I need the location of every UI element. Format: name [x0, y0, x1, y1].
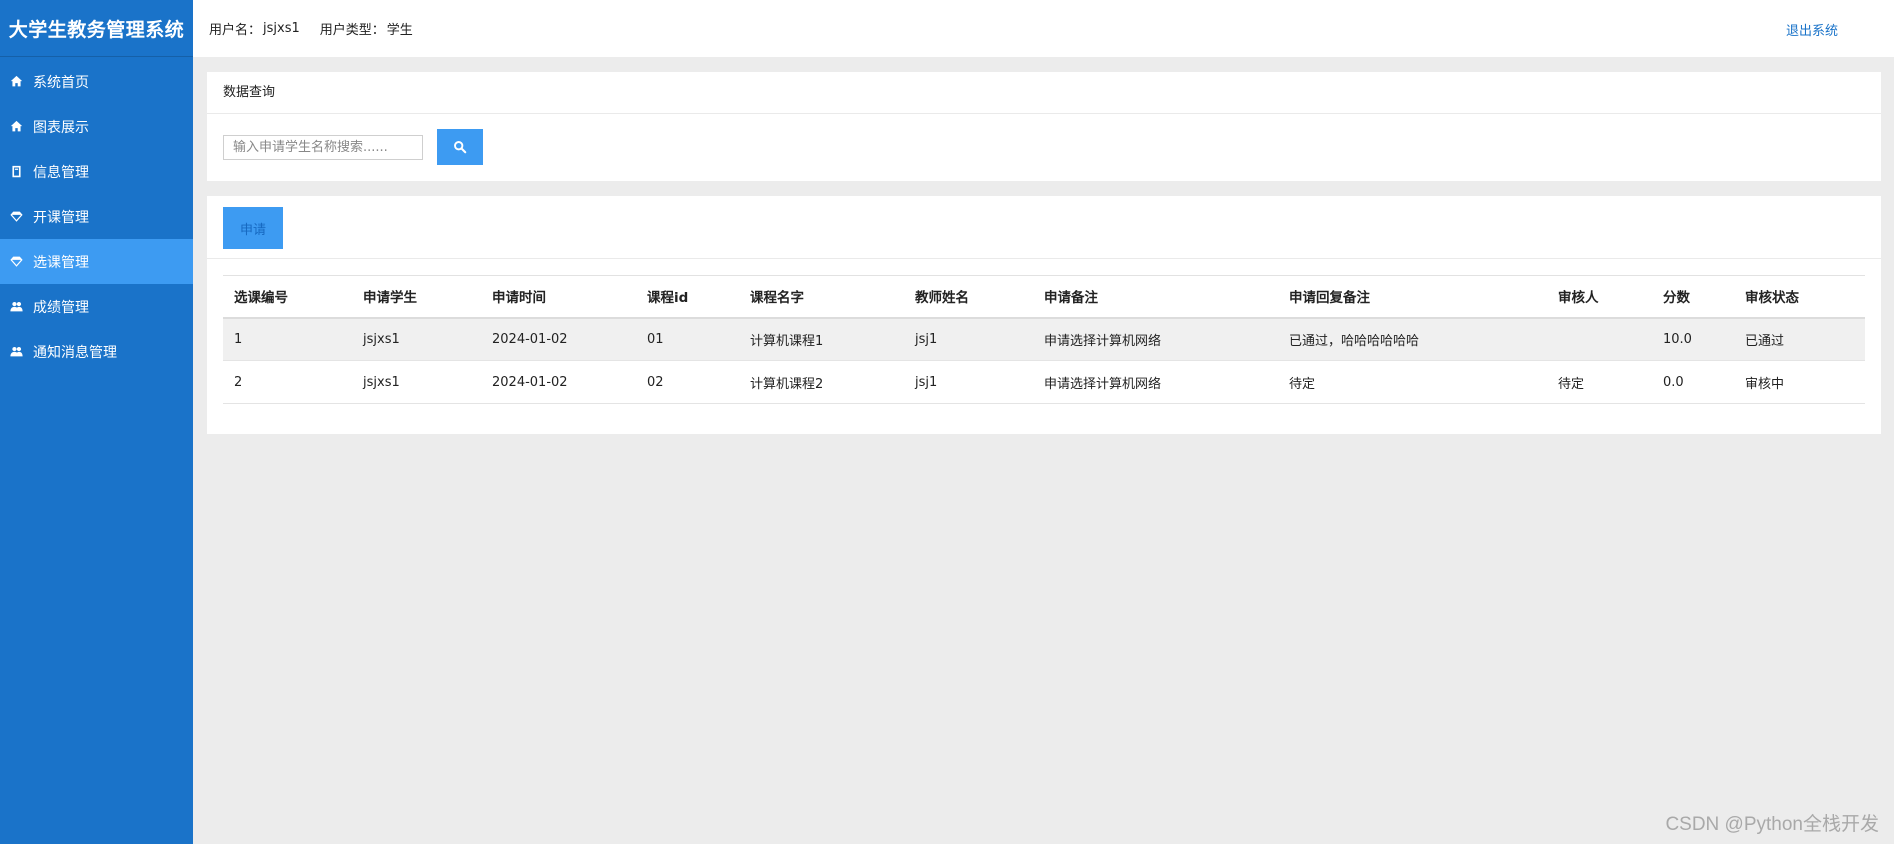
- search-input[interactable]: [223, 134, 423, 160]
- apply-button[interactable]: 申请: [223, 207, 283, 249]
- table-cell: [1547, 317, 1652, 361]
- table-cell: 10.0: [1652, 317, 1734, 361]
- table-cell: 2: [223, 360, 352, 404]
- sidebar-item-notices[interactable]: 通知消息管理: [0, 329, 193, 374]
- search-button[interactable]: [437, 129, 483, 165]
- sidebar-item-label: 选课管理: [33, 254, 89, 271]
- table-cell: jsjxs1: [352, 360, 481, 404]
- column-header: 申请时间: [492, 290, 546, 307]
- table-cell: 01: [636, 317, 739, 361]
- watermark: CSDN @Python全栈开发: [1665, 814, 1879, 835]
- top-bar: 用户名： jsjxs1 用户类型： 学生 退出系统: [193, 0, 1894, 57]
- home-icon: [9, 120, 23, 134]
- table-cell: 02: [636, 360, 739, 404]
- table-cell: 申请选择计算机网络: [1033, 360, 1278, 404]
- column-header: 申请备注: [1044, 290, 1098, 307]
- diamond-icon: [9, 210, 23, 224]
- column-header: 申请学生: [363, 290, 417, 307]
- users-icon: [9, 300, 23, 314]
- query-panel: 数据查询: [207, 72, 1881, 181]
- sidebar-item-course-select[interactable]: 选课管理: [0, 239, 193, 284]
- sidebar-item-home[interactable]: 系统首页: [0, 59, 193, 104]
- diamond-icon: [9, 255, 23, 269]
- table-cell: 2024-01-02: [481, 317, 636, 361]
- column-header: 申请回复备注: [1289, 290, 1370, 307]
- table-row[interactable]: 1 jsjxs1 2024-01-02 01 计算机课程1 jsj1 申请选择计…: [223, 317, 1865, 361]
- sidebar-item-course-open[interactable]: 开课管理: [0, 194, 193, 239]
- table-cell: 已通过: [1734, 317, 1865, 361]
- table-cell: 计算机课程2: [739, 360, 904, 404]
- sidebar-item-label: 系统首页: [33, 74, 89, 91]
- sidebar-item-label: 图表展示: [33, 119, 89, 136]
- column-header: 教师姓名: [915, 290, 969, 307]
- table-cell: 计算机课程1: [739, 317, 904, 361]
- table-cell: jsj1: [904, 317, 1033, 361]
- app-title: 大学生教务管理系统: [0, 0, 193, 57]
- sidebar-item-label: 信息管理: [33, 164, 89, 181]
- table-row[interactable]: 2 jsjxs1 2024-01-02 02 计算机课程2 jsj1 申请选择计…: [223, 360, 1865, 404]
- username-label: 用户名：: [209, 23, 262, 38]
- usertype-label: 用户类型：: [319, 23, 385, 38]
- column-header: 审核人: [1558, 290, 1599, 307]
- logout-link[interactable]: 退出系统: [1786, 20, 1838, 39]
- usertype-value: 学生: [386, 23, 413, 38]
- search-icon: [453, 140, 467, 154]
- table-cell: 待定: [1547, 360, 1652, 404]
- column-header: 审核状态: [1745, 290, 1799, 307]
- table-cell: 1: [223, 317, 352, 361]
- table-cell: 待定: [1278, 360, 1547, 404]
- column-header: 分数: [1663, 290, 1690, 307]
- table-header-row: 选课编号 申请学生 申请时间 课程id 课程名字 教师姓名 申请备注 申请回复备…: [223, 275, 1865, 318]
- search-row: [207, 114, 1881, 165]
- table-cell: 2024-01-02: [481, 360, 636, 404]
- table-cell: 审核中: [1734, 360, 1865, 404]
- sidebar-item-grades[interactable]: 成绩管理: [0, 284, 193, 329]
- book-icon: [9, 165, 23, 179]
- username-value: jsjxs1: [263, 21, 300, 36]
- users-icon: [9, 345, 23, 359]
- table-cell: 申请选择计算机网络: [1033, 317, 1278, 361]
- sidebar-item-label: 通知消息管理: [33, 344, 117, 361]
- records-toolbar: 申请: [207, 196, 1881, 259]
- table-cell: 0.0: [1652, 360, 1734, 404]
- records-table-wrap: 选课编号 申请学生 申请时间 课程id 课程名字 教师姓名 申请备注 申请回复备…: [223, 275, 1865, 404]
- records-table: 选课编号 申请学生 申请时间 课程id 课程名字 教师姓名 申请备注 申请回复备…: [223, 275, 1865, 404]
- records-panel: 申请 选课编号 申请学生 申请时间 课程id 课程名字 教师姓名 申请备注 申请…: [207, 196, 1881, 434]
- sidebar: 大学生教务管理系统 系统首页 图表展示 信息管理 开课管理 选课管理 成绩管理 …: [0, 0, 193, 844]
- column-header: 课程名字: [750, 290, 804, 307]
- column-header: 课程id: [647, 290, 689, 307]
- sidebar-item-label: 成绩管理: [33, 299, 89, 316]
- sidebar-item-info[interactable]: 信息管理: [0, 149, 193, 194]
- home-icon: [9, 75, 23, 89]
- query-panel-title: 数据查询: [207, 72, 1881, 114]
- sidebar-item-label: 开课管理: [33, 209, 89, 226]
- column-header: 选课编号: [234, 290, 288, 307]
- table-cell: jsj1: [904, 360, 1033, 404]
- table-cell: jsjxs1: [352, 317, 481, 361]
- sidebar-item-charts[interactable]: 图表展示: [0, 104, 193, 149]
- table-cell: 已通过，哈哈哈哈哈哈: [1278, 317, 1547, 361]
- sidebar-menu: 系统首页 图表展示 信息管理 开课管理 选课管理 成绩管理 通知消息管理: [0, 59, 193, 374]
